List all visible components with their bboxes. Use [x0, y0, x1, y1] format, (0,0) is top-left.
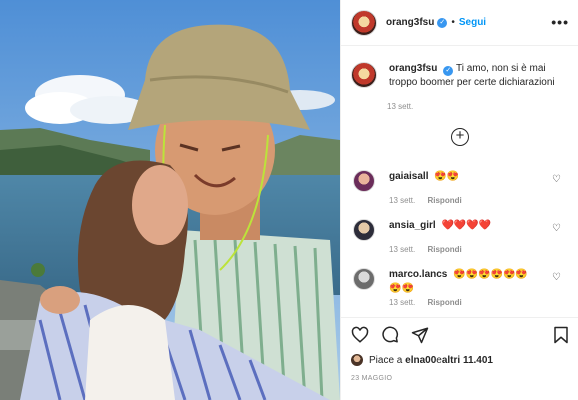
- bookmark-icon[interactable]: [553, 326, 569, 344]
- photo-illustration: [0, 0, 340, 400]
- separator-dot: •: [451, 17, 455, 28]
- caption-author-username[interactable]: orang3fsu: [389, 63, 437, 74]
- instagram-post: orang3fsu ✓ • Segui ••• orang3fsu ✓ Ti am…: [0, 0, 578, 400]
- likes-others[interactable]: altri 11.401: [442, 355, 493, 366]
- commenter-username[interactable]: ansia_girl: [389, 220, 436, 231]
- comment-like-heart-icon[interactable]: ♡: [552, 174, 561, 185]
- post-date[interactable]: 23 MAGGIO: [351, 375, 392, 382]
- heart-icon[interactable]: [351, 326, 369, 344]
- comment-like-heart-icon[interactable]: ♡: [552, 272, 561, 283]
- verified-icon: ✓: [437, 17, 448, 28]
- comment-timestamp[interactable]: 13 sett.: [389, 196, 415, 205]
- commenter-avatar[interactable]: [353, 268, 375, 290]
- commenter-avatar[interactable]: [353, 219, 375, 241]
- share-icon[interactable]: [411, 326, 429, 344]
- likes-summary[interactable]: Piace a elna00 e altri 11.401: [351, 354, 493, 366]
- caption-timestamp[interactable]: 13 sett.: [387, 102, 413, 111]
- comment-item: ansia_girl ❤️❤️❤️❤️ 13 sett. Rispondi ♡: [353, 219, 575, 254]
- author-username[interactable]: orang3fsu: [386, 17, 434, 28]
- action-icons: [351, 326, 429, 344]
- post-header: orang3fsu ✓ • Segui •••: [341, 0, 578, 46]
- likes-prefix: Piace a: [369, 354, 403, 366]
- caption: orang3fsu ✓ Ti amo, non si è mai troppo b…: [351, 62, 571, 90]
- reply-button[interactable]: Rispondi: [427, 245, 461, 254]
- post-actions: Piace a elna00 e altri 11.401 23 MAGGIO: [341, 317, 578, 400]
- commenter-username[interactable]: marco.lancs: [389, 269, 447, 280]
- comment-item: marco.lancs 😍😍😍😍😍😍😍😍 13 sett. Rispondi ♡: [353, 268, 575, 307]
- liker-avatar: [351, 354, 363, 366]
- commenter-username[interactable]: gaiaisall: [389, 171, 428, 182]
- caption-text-block: orang3fsu ✓ Ti amo, non si è mai troppo b…: [389, 62, 569, 90]
- post-photo[interactable]: [0, 0, 340, 400]
- verified-icon: ✓: [443, 66, 454, 76]
- comment-icon[interactable]: [381, 326, 399, 344]
- comment-timestamp[interactable]: 13 sett.: [389, 245, 415, 254]
- author-avatar[interactable]: [351, 9, 377, 36]
- comment-text: 😍😍: [434, 171, 460, 182]
- comment-item: gaiaisall 😍😍 13 sett. Rispondi ♡: [353, 170, 575, 205]
- follow-button[interactable]: Segui: [459, 17, 486, 28]
- post-side-panel: orang3fsu ✓ • Segui ••• orang3fsu ✓ Ti am…: [340, 0, 578, 400]
- commenter-avatar[interactable]: [353, 170, 375, 192]
- comment-like-heart-icon[interactable]: ♡: [552, 223, 561, 234]
- likes-first-user[interactable]: elna00: [405, 355, 436, 366]
- more-options-button[interactable]: •••: [551, 14, 569, 30]
- reply-button[interactable]: Rispondi: [427, 298, 461, 307]
- plus-circle-icon[interactable]: +: [451, 128, 469, 146]
- comment-text: ❤️❤️❤️❤️: [441, 220, 492, 231]
- caption-author-avatar[interactable]: [351, 62, 377, 88]
- comment-timestamp[interactable]: 13 sett.: [389, 298, 415, 307]
- reply-button[interactable]: Rispondi: [427, 196, 461, 205]
